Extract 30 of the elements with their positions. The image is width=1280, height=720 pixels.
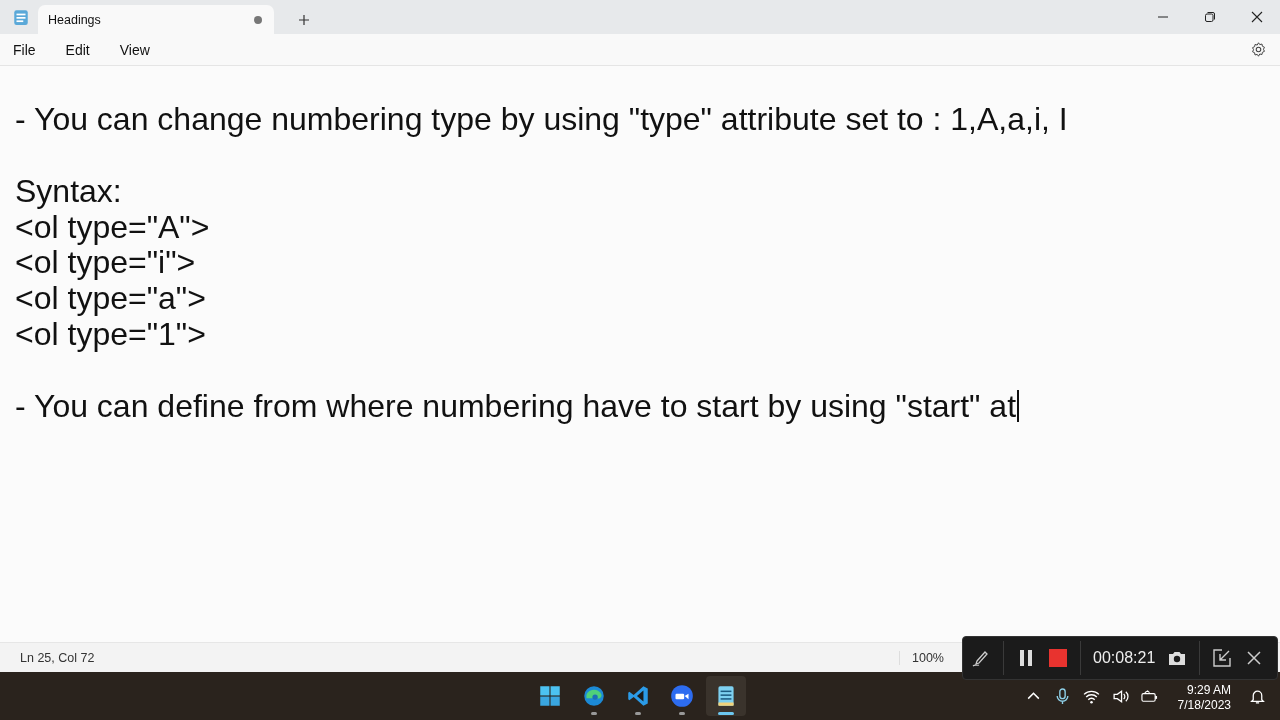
export-icon[interactable]: [1212, 648, 1233, 668]
text-line: <ol type="1">: [15, 316, 206, 353]
zoom-level: 100%: [899, 650, 944, 665]
text-line: Syntax:: [15, 172, 122, 210]
restore-icon: [1203, 11, 1216, 23]
text-line: - You can change numbering type by using "type" attribute set to : 1,A,a,i, I: [15, 101, 1068, 139]
recording-timer: 00:08:21: [1093, 649, 1156, 667]
notepad-icon: [12, 8, 30, 26]
video-camera-icon: [669, 683, 695, 709]
text-line: <ol type="A">: [15, 208, 210, 246]
text-line: - You can define from where numbering have to start by using "start" at: [15, 387, 1017, 425]
stop-icon[interactable]: [1048, 648, 1068, 668]
close-icon: [1250, 11, 1263, 23]
settings-icon[interactable]: [1250, 41, 1267, 58]
speaker-icon[interactable]: [1111, 687, 1129, 705]
browser-icon: [581, 683, 607, 709]
text-line: <ol type="a">: [15, 280, 206, 318]
menu-item[interactable]: File: [4, 37, 45, 62]
code-editor-icon: [625, 683, 651, 709]
menu-item[interactable]: Edit: [56, 37, 99, 62]
clock-date[interactable]: 7/18/2023: [1177, 698, 1231, 713]
menu-item[interactable]: View: [110, 37, 159, 62]
cursor-position: Ln 25, Col 72: [20, 650, 95, 665]
battery-icon[interactable]: [1140, 687, 1158, 705]
windows-logo-icon: [537, 683, 563, 709]
document-tab[interactable]: Headings: [38, 5, 274, 34]
notepad-taskbar-button[interactable]: [706, 676, 746, 716]
clock-time[interactable]: 9:29 AM: [1186, 683, 1231, 698]
plus-icon: [298, 13, 310, 26]
text-line: <ol type="i">: [15, 244, 196, 282]
